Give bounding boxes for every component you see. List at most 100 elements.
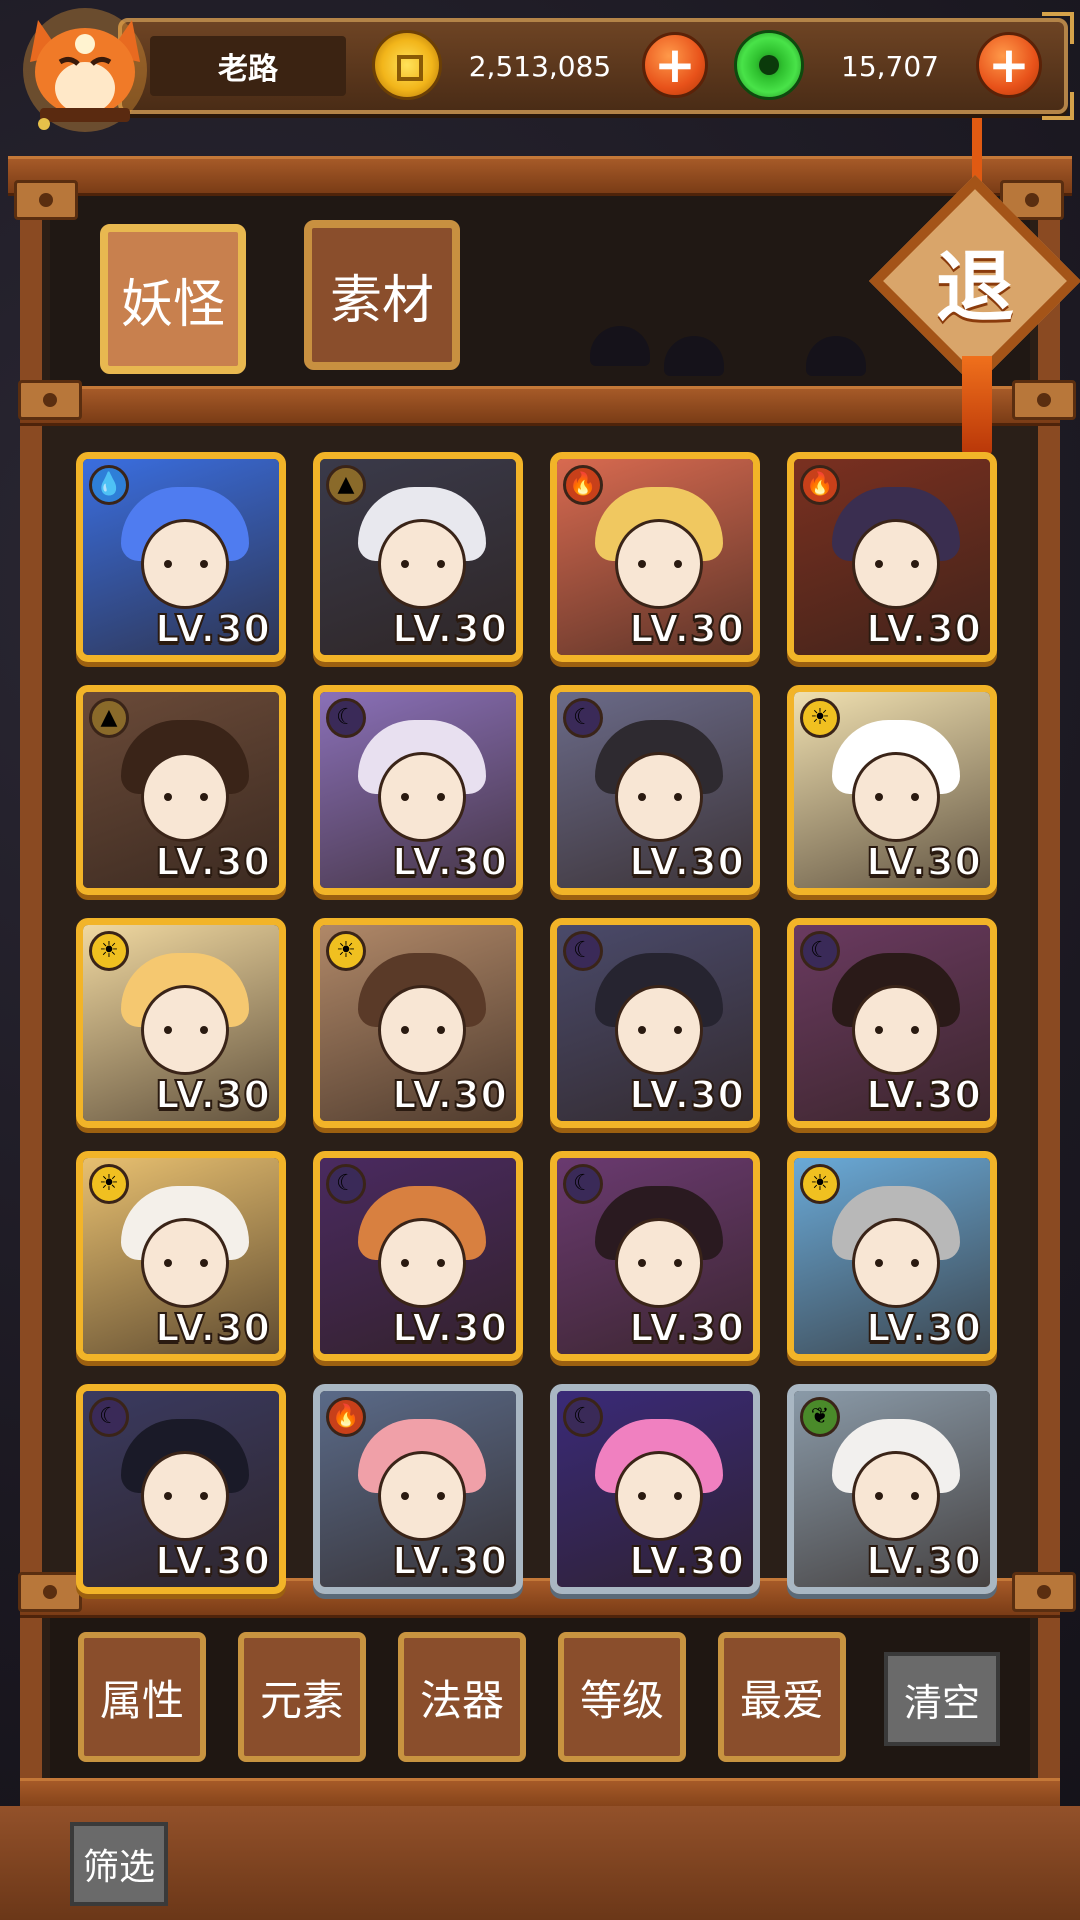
silhouette-decoration xyxy=(806,336,866,376)
monster-level: LV.30 xyxy=(391,839,508,885)
gold-amount: 2,513,085 xyxy=(468,49,612,83)
monster-face xyxy=(852,1218,940,1308)
shelf-peg xyxy=(18,380,82,420)
monster-face xyxy=(141,1218,229,1308)
fire-icon: 🔥 xyxy=(326,1397,366,1437)
monster-card[interactable]: ☾ LV.30 xyxy=(76,1384,286,1594)
monster-card[interactable]: ☾ LV.30 xyxy=(313,685,523,895)
monster-card[interactable]: ☾ LV.30 xyxy=(787,918,997,1128)
moon-icon: ☾ xyxy=(563,698,603,738)
fire-icon: 🔥 xyxy=(800,465,840,505)
monster-level: LV.30 xyxy=(154,1538,271,1584)
monster-face xyxy=(852,1451,940,1541)
tab-material[interactable]: 素材 xyxy=(304,220,460,370)
leaf-icon: ❦ xyxy=(800,1397,840,1437)
monster-level: LV.30 xyxy=(391,1305,508,1351)
moon-icon: ☾ xyxy=(326,1164,366,1204)
shelf-peg xyxy=(1012,1572,1076,1612)
monster-face xyxy=(852,519,940,609)
monster-card[interactable]: 🔥 LV.30 xyxy=(787,452,997,662)
monster-card[interactable]: ❦ LV.30 xyxy=(787,1384,997,1594)
sun-icon: ☀ xyxy=(326,931,366,971)
monster-face xyxy=(141,1451,229,1541)
fire-icon: 🔥 xyxy=(563,465,603,505)
moon-icon: ☾ xyxy=(800,931,840,971)
monster-level: LV.30 xyxy=(154,839,271,885)
monster-card[interactable]: ☀ LV.30 xyxy=(76,918,286,1128)
clear-button[interactable]: 清空 xyxy=(884,1652,1000,1746)
tab-monster[interactable]: 妖怪 xyxy=(100,224,246,374)
gold-coin-icon xyxy=(372,30,442,100)
monster-card[interactable]: 🔥 LV.30 xyxy=(313,1384,523,1594)
monster-face xyxy=(615,1451,703,1541)
monster-card[interactable]: ☀ LV.30 xyxy=(787,685,997,895)
monster-card[interactable]: 💧 LV.30 xyxy=(76,452,286,662)
monster-face xyxy=(615,985,703,1075)
monster-card[interactable]: ▲ LV.30 xyxy=(313,452,523,662)
monster-level: LV.30 xyxy=(628,839,745,885)
monster-card[interactable]: ☀ LV.30 xyxy=(313,918,523,1128)
exit-tassel xyxy=(962,356,992,456)
monster-face xyxy=(378,752,466,842)
add-gold-button[interactable]: + xyxy=(642,32,708,98)
silhouette-decoration xyxy=(590,326,650,366)
monster-face xyxy=(852,752,940,842)
moon-icon: ☾ xyxy=(563,931,603,971)
monster-level: LV.30 xyxy=(865,606,982,652)
screen-button[interactable]: 筛选 xyxy=(70,1822,168,1906)
corner-ornament xyxy=(1042,92,1074,120)
moon-icon: ☾ xyxy=(563,1397,603,1437)
jade-amount: 15,707 xyxy=(841,49,939,83)
jade-coin-icon xyxy=(734,30,804,100)
monster-face xyxy=(615,1218,703,1308)
monster-level: LV.30 xyxy=(865,839,982,885)
monster-card[interactable]: 🔥 LV.30 xyxy=(550,452,760,662)
monster-level: LV.30 xyxy=(865,1538,982,1584)
filter-favorite-button[interactable]: 最爱 xyxy=(718,1632,846,1762)
shelf-peg xyxy=(1012,380,1076,420)
fox-avatar-icon[interactable] xyxy=(10,0,160,135)
monster-face xyxy=(141,519,229,609)
monster-level: LV.30 xyxy=(865,1305,982,1351)
add-jade-button[interactable]: + xyxy=(976,32,1042,98)
sun-icon: ☀ xyxy=(800,698,840,738)
monster-card[interactable]: ☾ LV.30 xyxy=(550,1384,760,1594)
monster-level: LV.30 xyxy=(154,1305,271,1351)
moon-icon: ☾ xyxy=(326,698,366,738)
sun-icon: ☀ xyxy=(800,1164,840,1204)
monster-level: LV.30 xyxy=(154,606,271,652)
sun-icon: ☀ xyxy=(89,931,129,971)
monster-level: LV.30 xyxy=(628,1538,745,1584)
monster-card[interactable]: ☾ LV.30 xyxy=(550,918,760,1128)
monster-level: LV.30 xyxy=(628,1305,745,1351)
shelf-peg xyxy=(18,1572,82,1612)
player-name: 老路 xyxy=(150,36,346,96)
filter-element-button[interactable]: 元素 xyxy=(238,1632,366,1762)
filter-attribute-button[interactable]: 属性 xyxy=(78,1632,206,1762)
shelf-beam xyxy=(20,386,1060,426)
monster-face xyxy=(615,752,703,842)
monster-face xyxy=(141,752,229,842)
filter-artifact-button[interactable]: 法器 xyxy=(398,1632,526,1762)
monster-card[interactable]: ☾ LV.30 xyxy=(550,685,760,895)
moon-icon: ☾ xyxy=(563,1164,603,1204)
shelf-beam xyxy=(8,156,1072,196)
monster-card[interactable]: ☾ LV.30 xyxy=(550,1151,760,1361)
monster-card[interactable]: ☀ LV.30 xyxy=(76,1151,286,1361)
monster-face xyxy=(378,519,466,609)
monster-face xyxy=(378,985,466,1075)
monster-face xyxy=(378,1451,466,1541)
exit-label[interactable]: 退 xyxy=(900,206,1050,356)
monster-face xyxy=(378,1218,466,1308)
moon-icon: ☾ xyxy=(89,1397,129,1437)
earth-icon: ▲ xyxy=(89,698,129,738)
monster-card[interactable]: ▲ LV.30 xyxy=(76,685,286,895)
filter-level-button[interactable]: 等级 xyxy=(558,1632,686,1762)
sun-icon: ☀ xyxy=(89,1164,129,1204)
monster-card[interactable]: ☾ LV.30 xyxy=(313,1151,523,1361)
monster-card[interactable]: ☀ LV.30 xyxy=(787,1151,997,1361)
silhouette-decoration xyxy=(664,336,724,376)
shelf-peg xyxy=(14,180,78,220)
earth-icon: ▲ xyxy=(326,465,366,505)
monster-level: LV.30 xyxy=(391,606,508,652)
